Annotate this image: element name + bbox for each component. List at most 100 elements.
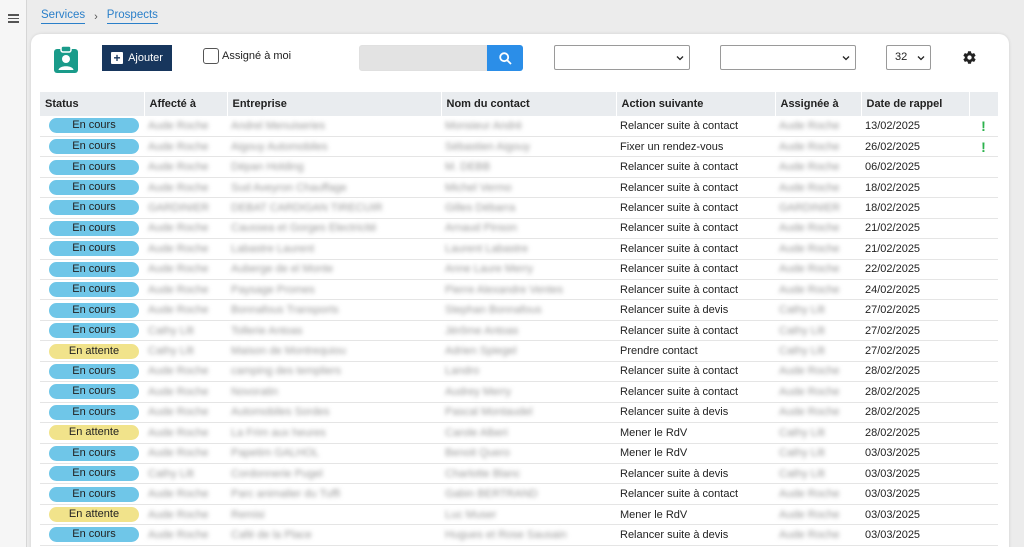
cell-entreprise: Maison de Montrequiou [227, 340, 441, 362]
status-badge: En cours [49, 466, 139, 482]
cell-entreprise: Paysage Promes [227, 279, 441, 301]
table-header: Status Affecté à Entreprise Nom du conta… [40, 92, 999, 116]
cell-date: 28/02/2025 [861, 361, 969, 383]
cell-action: Relancer suite à contact [616, 177, 775, 199]
cell-flag [969, 218, 998, 240]
cell-contact: Anne Laure Merry [441, 259, 616, 281]
table-row[interactable]: En attente Aude Roche La Frim aux heures Ca… [40, 422, 998, 444]
table-row[interactable]: En cours Aude Roche camping des templiers L… [40, 361, 998, 383]
cell-contact: Michel Vermo [441, 177, 616, 199]
cell-flag [969, 504, 998, 526]
cell-assignee: Aude Roche [775, 218, 861, 240]
cell-date: 24/02/2025 [861, 279, 969, 301]
col-assignee[interactable]: Assignée à [775, 92, 862, 116]
checkbox-box[interactable] [203, 48, 219, 64]
cell-affecte: Aude Roche [144, 218, 227, 240]
table-row[interactable]: En cours Aude Roche Café de la Place Hugues… [40, 524, 998, 546]
cell-date: 03/03/2025 [861, 443, 969, 464]
cell-entreprise: DEBAT CARDIGAN TIRECUIR [227, 197, 441, 219]
cell-assignee: Cathy Lilt [775, 463, 861, 485]
cell-status: En cours [40, 279, 144, 301]
cell-affecte: Aude Roche [144, 443, 227, 464]
col-contact[interactable]: Nom du contact [441, 92, 617, 116]
table-row[interactable]: En cours Aude Roche Novoratin Audrey Merry R… [40, 381, 998, 403]
cell-contact: Gabin BERTRAND [441, 483, 616, 505]
menu-icon[interactable] [8, 14, 19, 23]
status-badge: En attente [49, 507, 139, 523]
table-row[interactable]: En cours Aude Roche Dépan Holding M. DEBB Re… [40, 156, 998, 178]
cell-status: En cours [40, 443, 144, 464]
table-row[interactable]: En cours Aude Roche Paysage Promes Pierre A… [40, 279, 998, 301]
table-row[interactable]: En cours Aude Roche Sud Aveyron Chauffage M… [40, 177, 998, 199]
cell-affecte: Aude Roche [144, 156, 227, 178]
assigned-to-me-checkbox[interactable]: Assigné à moi [203, 48, 291, 64]
table-row[interactable]: En cours Aude Roche Papetim GALHOL Benoit Q… [40, 443, 998, 464]
left-sidebar [0, 0, 27, 547]
cell-status: En cours [40, 483, 144, 505]
breadcrumb-prospects[interactable]: Prospects [106, 9, 158, 24]
cell-contact: Adrien Spiegel [441, 340, 616, 362]
cell-flag [969, 156, 998, 178]
cell-action: Fixer un rendez-vous [616, 136, 775, 158]
cell-status: En cours [40, 116, 144, 137]
cell-contact: Monsieur André [441, 116, 616, 137]
table-body: En cours Aude Roche Andrel Menuiseries Mons… [40, 116, 998, 546]
cell-affecte: Aude Roche [144, 177, 227, 199]
cell-affecte: GARDINIER [144, 197, 227, 219]
cell-flag [969, 402, 998, 424]
cell-assignee: Aude Roche [775, 177, 861, 199]
cell-assignee: Aude Roche [775, 361, 861, 383]
table-row[interactable]: En cours Aude Roche Labastre Laurent Lauren… [40, 238, 998, 260]
cell-status: En cours [40, 524, 144, 546]
search-input[interactable] [359, 45, 487, 71]
cell-contact: Luc Muser [441, 504, 616, 526]
cell-date: 26/02/2025 [861, 136, 969, 158]
cell-affecte: Cathy Lilt [144, 320, 227, 342]
filter-select-1[interactable] [554, 45, 690, 70]
cell-action: Relancer suite à contact [616, 218, 775, 240]
breadcrumb-services[interactable]: Services [41, 9, 86, 24]
cell-action: Relancer suite à contact [616, 259, 775, 281]
search-button[interactable] [487, 45, 523, 71]
cell-status: En cours [40, 218, 144, 240]
cell-status: En cours [40, 156, 144, 178]
cell-action: Mener le RdV [616, 504, 775, 526]
table-row[interactable]: En cours GARDINIER DEBAT CARDIGAN TIRECUIR… [40, 197, 998, 219]
gear-icon[interactable] [962, 50, 977, 65]
cell-entreprise: Automobiles Sordes [227, 402, 441, 424]
table-row[interactable]: En cours Aude Roche Aigouy Automobiles Séba… [40, 136, 998, 158]
table-row[interactable]: En cours Aude Roche Auberge de el Monte Ann… [40, 259, 998, 281]
col-action[interactable]: Action suivante [616, 92, 776, 116]
table-row[interactable]: En cours Cathy Lilt Cordonnerie Pugel Charl… [40, 463, 998, 485]
cell-contact: Sébastien Aigouy [441, 136, 616, 158]
clipboard-user-icon [54, 46, 78, 73]
status-badge: En cours [49, 200, 139, 216]
col-status[interactable]: Status [40, 92, 145, 116]
cell-affecte: Aude Roche [144, 238, 227, 260]
col-affecte[interactable]: Affecté à [144, 92, 228, 116]
cell-affecte: Aude Roche [144, 422, 227, 444]
table-row[interactable]: En attente Cathy Lilt Maison de Montrequio… [40, 340, 998, 362]
table-row[interactable]: En cours Aude Roche Caussea et Gorges Elec… [40, 218, 998, 240]
cell-flag [969, 320, 998, 342]
cell-contact: Hugues et Rose Sausain [441, 524, 616, 546]
table-row[interactable]: En cours Aude Roche Bonnafous Transports St… [40, 299, 998, 321]
cell-flag [969, 443, 998, 464]
col-entreprise[interactable]: Entreprise [227, 92, 442, 116]
cell-status: En cours [40, 197, 144, 219]
table-row[interactable]: En cours Cathy Lilt Tollerie Antoas Jérôme … [40, 320, 998, 342]
page-size-select[interactable]: 32 [886, 45, 931, 70]
col-date[interactable]: Date de rappel [861, 92, 970, 116]
cell-assignee: Aude Roche [775, 259, 861, 281]
cell-status: En cours [40, 320, 144, 342]
filter-select-2[interactable] [720, 45, 856, 70]
table-row[interactable]: En cours Aude Roche Andrel Menuiseries Mons… [40, 116, 998, 137]
cell-assignee: GARDINIER [775, 197, 861, 219]
table-row[interactable]: En cours Aude Roche Automobiles Sordes Pasc… [40, 402, 998, 424]
add-button[interactable]: + Ajouter [102, 45, 172, 71]
cell-date: 18/02/2025 [861, 177, 969, 199]
cell-flag [969, 259, 998, 281]
cell-action: Relancer suite à devis [616, 463, 775, 485]
table-row[interactable]: En attente Aude Roche Remisi Luc Muser Mener… [40, 504, 998, 526]
table-row[interactable]: En cours Aude Roche Parc animalier du Tuff… [40, 483, 998, 505]
